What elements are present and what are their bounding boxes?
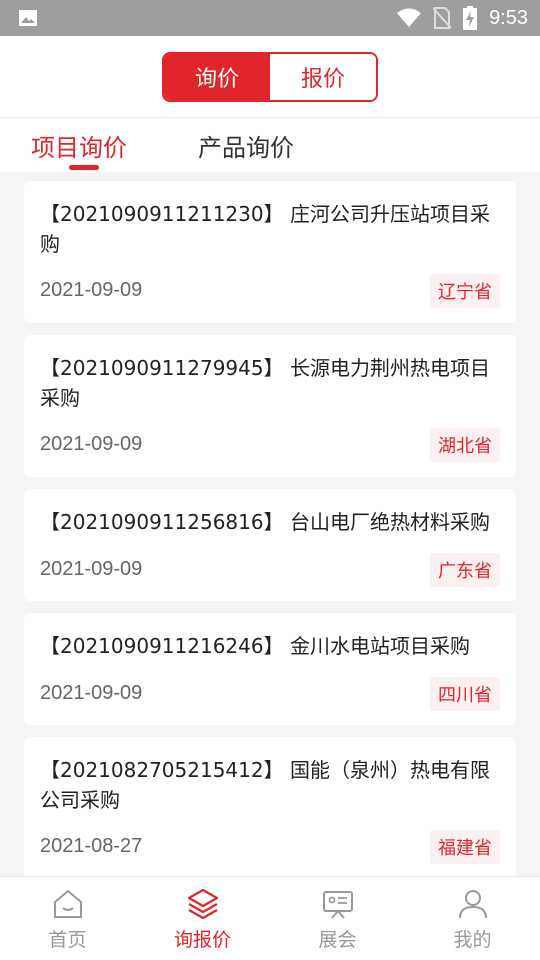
inquiry-quote-toggle: 询价 报价 xyxy=(162,51,378,102)
inquiry-card[interactable]: 【2021090911256816】 台山电厂绝热材料采购 2021-09-09… xyxy=(24,489,516,601)
inquiry-title: 【2021082705215412】 国能（泉州）热电有限公司采购 xyxy=(40,758,490,812)
province-badge: 广东省 xyxy=(430,553,500,587)
bottom-nav: 首页 询报价 展会 我的 xyxy=(0,876,540,960)
user-icon xyxy=(458,890,487,919)
active-tab-indicator xyxy=(69,165,99,170)
exhibition-icon xyxy=(322,891,353,919)
inquiry-card[interactable]: 【2021090911216246】 金川水电站项目采购 2021-09-09 … xyxy=(24,613,516,725)
inquiry-title: 【2021090911216246】 金川水电站项目采购 xyxy=(40,634,470,658)
tab-project-inquiry[interactable]: 项目询价 xyxy=(31,128,127,163)
layers-icon xyxy=(187,888,218,920)
wifi-icon xyxy=(397,8,422,27)
status-time: 9:53 xyxy=(489,6,528,29)
image-icon xyxy=(19,10,37,26)
inquiry-title: 【2021090911211230】 庄河公司升压站项目采购 xyxy=(40,202,490,256)
header: 询价 报价 xyxy=(0,36,540,118)
inquiry-date: 2021-09-09 xyxy=(40,279,143,301)
nav-profile[interactable]: 我的 xyxy=(405,877,540,960)
inquiry-card[interactable]: 【2021082705215412】 国能（泉州）热电有限公司采购 2021-0… xyxy=(24,737,516,876)
segment-inquiry[interactable]: 询价 xyxy=(164,53,270,100)
nav-home-label: 首页 xyxy=(48,929,87,951)
province-badge: 四川省 xyxy=(430,677,500,711)
nav-home[interactable]: 首页 xyxy=(0,877,135,960)
category-tabs: 项目询价 产品询价 xyxy=(0,118,540,172)
inquiry-date: 2021-08-27 xyxy=(40,835,143,857)
inquiry-date: 2021-09-09 xyxy=(40,682,143,704)
nav-inquiry-quote[interactable]: 询报价 xyxy=(135,877,270,960)
inquiry-date: 2021-09-09 xyxy=(40,558,143,580)
nav-exhibition-label: 展会 xyxy=(318,929,357,951)
status-bar: 9:53 xyxy=(0,0,540,36)
home-icon xyxy=(53,889,82,918)
tab-product-inquiry[interactable]: 产品询价 xyxy=(198,128,294,163)
inquiry-title: 【2021090911279945】 长源电力荆州热电项目采购 xyxy=(40,356,490,410)
inquiry-date: 2021-09-09 xyxy=(40,433,143,455)
province-badge: 福建省 xyxy=(430,830,500,864)
battery-charging-icon xyxy=(463,6,478,30)
province-badge: 辽宁省 xyxy=(430,274,500,308)
inquiry-card[interactable]: 【2021090911279945】 长源电力荆州热电项目采购 2021-09-… xyxy=(24,335,516,477)
no-sim-icon xyxy=(433,7,452,29)
nav-exhibition[interactable]: 展会 xyxy=(270,877,405,960)
nav-inquiry-quote-label: 询报价 xyxy=(173,929,231,951)
province-badge: 湖北省 xyxy=(430,428,500,462)
inquiry-title: 【2021090911256816】 台山电厂绝热材料采购 xyxy=(40,510,490,534)
nav-profile-label: 我的 xyxy=(453,929,492,951)
inquiry-card[interactable]: 【2021090911211230】 庄河公司升压站项目采购 2021-09-0… xyxy=(24,181,516,323)
segment-quote[interactable]: 报价 xyxy=(270,53,376,100)
